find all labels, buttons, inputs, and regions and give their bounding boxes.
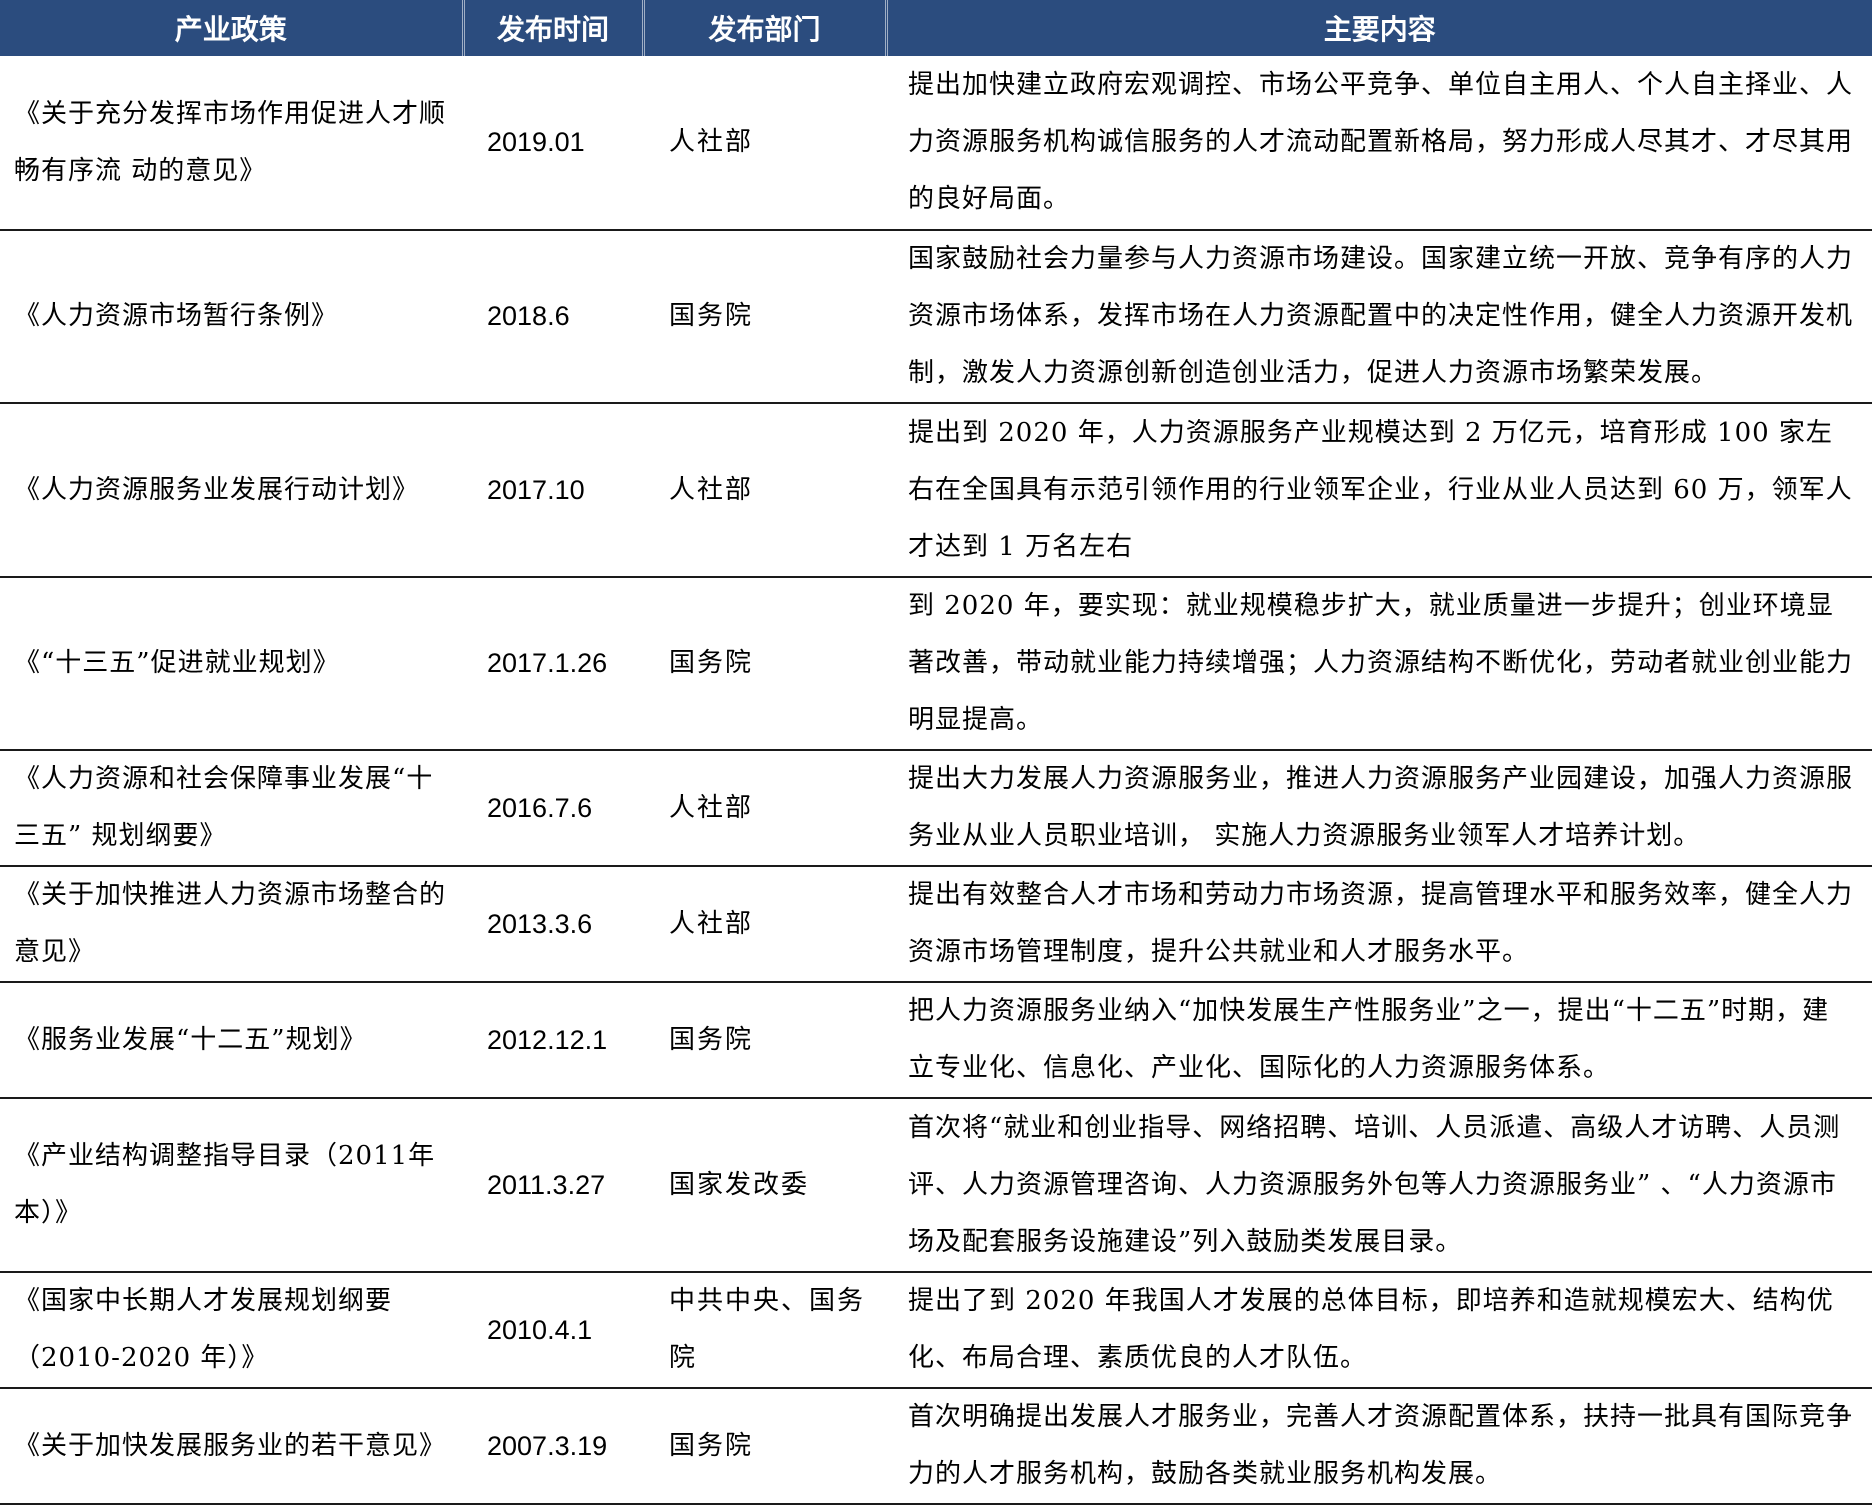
table-body: 《关于充分发挥市场作用促进人才顺畅有序流 动的意见》 2019.01 人社部 提出加快… xyxy=(0,56,1872,1505)
content-cell: 到 2020 年，要实现：就业规模稳步扩大，就业质量进一步提升；创业环境显著改善… xyxy=(886,577,1872,751)
policy-name-cell: 《服务业发展“十二五”规划》 xyxy=(0,982,463,1099)
department-cell: 国家发改委 xyxy=(643,1098,886,1273)
table-row: 《关于加快推进人力资源市场整合的意见》 2013.3.6 人社部 提出有效整合人才市场… xyxy=(0,866,1872,983)
table-row: 《人力资源市场暂行条例》 2018.6 国务院 国家鼓励社会力量参与人力资源市场建设。… xyxy=(0,230,1872,404)
publish-date-cell: 2007.3.19 xyxy=(463,1388,643,1505)
department-cell: 人社部 xyxy=(643,866,886,983)
header-department: 发布部门 xyxy=(643,0,888,56)
policy-name-cell: 《“十三五”促进就业规划》 xyxy=(0,577,463,751)
header-date: 发布时间 xyxy=(463,0,645,56)
publish-date-cell: 2016.7.6 xyxy=(463,750,643,867)
table-row: 《产业结构调整指导目录（2011年本）》 2011.3.27 国家发改委 首次将“就业… xyxy=(0,1098,1872,1273)
table-header: 产业政策 发布时间 发布部门 主要内容 xyxy=(0,0,1872,56)
department-cell: 中共中央、国务院 xyxy=(643,1272,886,1389)
publish-date-cell: 2017.1.26 xyxy=(463,577,643,751)
content-cell: 提出大力发展人力资源服务业，推进人力资源服务产业园建设，加强人力资源服务业从业人… xyxy=(886,750,1872,867)
publish-date-cell: 2011.3.27 xyxy=(463,1098,643,1273)
content-cell: 把人力资源服务业纳入“加快发展生产性服务业”之一，提出“十二五”时期，建立专业化… xyxy=(886,982,1872,1099)
content-cell: 首次将“就业和创业指导、网络招聘、培训、人员派遣、高级人才访聘、人员测评、人力资… xyxy=(886,1098,1872,1273)
table-row: 《国家中长期人才发展规划纲要（2010-2020 年）》 2010.4.1 中共中央… xyxy=(0,1272,1872,1389)
content-cell: 提出加快建立政府宏观调控、市场公平竞争、单位自主用人、个人自主择业、人力资源服务… xyxy=(886,56,1872,231)
department-cell: 国务院 xyxy=(643,1388,886,1505)
table-row: 《人力资源和社会保障事业发展“十三五” 规划纲要》 2016.7.6 人社部 提出大力… xyxy=(0,750,1872,867)
department-cell: 人社部 xyxy=(643,403,886,578)
policy-name-cell: 《国家中长期人才发展规划纲要（2010-2020 年）》 xyxy=(0,1272,463,1389)
department-cell: 国务院 xyxy=(643,577,886,751)
publish-date-cell: 2013.3.6 xyxy=(463,866,643,983)
header-row: 产业政策 发布时间 发布部门 主要内容 xyxy=(0,0,1872,56)
policy-name-cell: 《人力资源市场暂行条例》 xyxy=(0,230,463,404)
department-cell: 人社部 xyxy=(643,750,886,867)
content-cell: 提出到 2020 年，人力资源服务产业规模达到 2 万亿元，培育形成 100 家… xyxy=(886,403,1872,578)
policy-name-cell: 《关于加快推进人力资源市场整合的意见》 xyxy=(0,866,463,983)
table-row: 《“十三五”促进就业规划》 2017.1.26 国务院到 2020 年，要实现：就业… xyxy=(0,577,1872,751)
department-cell: 国务院 xyxy=(643,230,886,404)
policy-name-cell: 《关于加快发展服务业的若干意见》 xyxy=(0,1388,463,1505)
header-content: 主要内容 xyxy=(1323,13,1436,46)
department-cell: 国务院 xyxy=(643,982,886,1099)
policy-name-cell: 《人力资源服务业发展行动计划》 xyxy=(0,403,463,578)
table-row: 《关于加快发展服务业的若干意见》 2007.3.19 国务院 首次明确提出发展人才服务… xyxy=(0,1388,1872,1505)
publish-date-cell: 2017.10 xyxy=(463,403,643,578)
publish-date-cell: 2012.12.1 xyxy=(463,982,643,1099)
table-row: 《关于充分发挥市场作用促进人才顺畅有序流 动的意见》 2019.01 人社部 提出加快… xyxy=(0,56,1872,231)
policy-name-cell: 《产业结构调整指导目录（2011年本）》 xyxy=(0,1098,463,1273)
content-cell: 国家鼓励社会力量参与人力资源市场建设。国家建立统一开放、竞争有序的人力资源市场体… xyxy=(886,230,1872,404)
content-cell: 提出了到 2020 年我国人才发展的总体目标，即培养和造就规模宏大、结构优化、布… xyxy=(886,1272,1872,1389)
publish-date-cell: 2019.01 xyxy=(463,56,643,231)
header-policy: 产业政策 xyxy=(0,0,465,56)
content-cell: 首次明确提出发展人才服务业，完善人才资源配置体系，扶持一批具有国际竞争力的人才服… xyxy=(886,1388,1872,1505)
table-row: 《服务业发展“十二五”规划》 2012.12.1 国务院 把人力资源服务业纳入“加快发… xyxy=(0,982,1872,1099)
publish-date-cell: 2018.6 xyxy=(463,230,643,404)
policy-document: 产业政策 发布时间 发布部门 主要内容 《关于充分发挥市场作用促进人才顺畅有序流… xyxy=(0,0,1872,1505)
content-cell: 提出有效整合人才市场和劳动力市场资源，提高管理水平和服务效率，健全人力资源市场管… xyxy=(886,866,1872,983)
policy-name-cell: 《关于充分发挥市场作用促进人才顺畅有序流 动的意见》 xyxy=(0,56,463,231)
policy-table: 产业政策 发布时间 发布部门 主要内容 《关于充分发挥市场作用促进人才顺畅有序流… xyxy=(0,0,1872,1505)
table-row: 《人力资源服务业发展行动计划》 2017.10 人社部 提出到 2020 年，人力资源… xyxy=(0,403,1872,578)
department-cell: 人社部 xyxy=(643,56,886,231)
publish-date-cell: 2010.4.1 xyxy=(463,1272,643,1389)
policy-name-cell: 《人力资源和社会保障事业发展“十三五” 规划纲要》 xyxy=(0,750,463,867)
